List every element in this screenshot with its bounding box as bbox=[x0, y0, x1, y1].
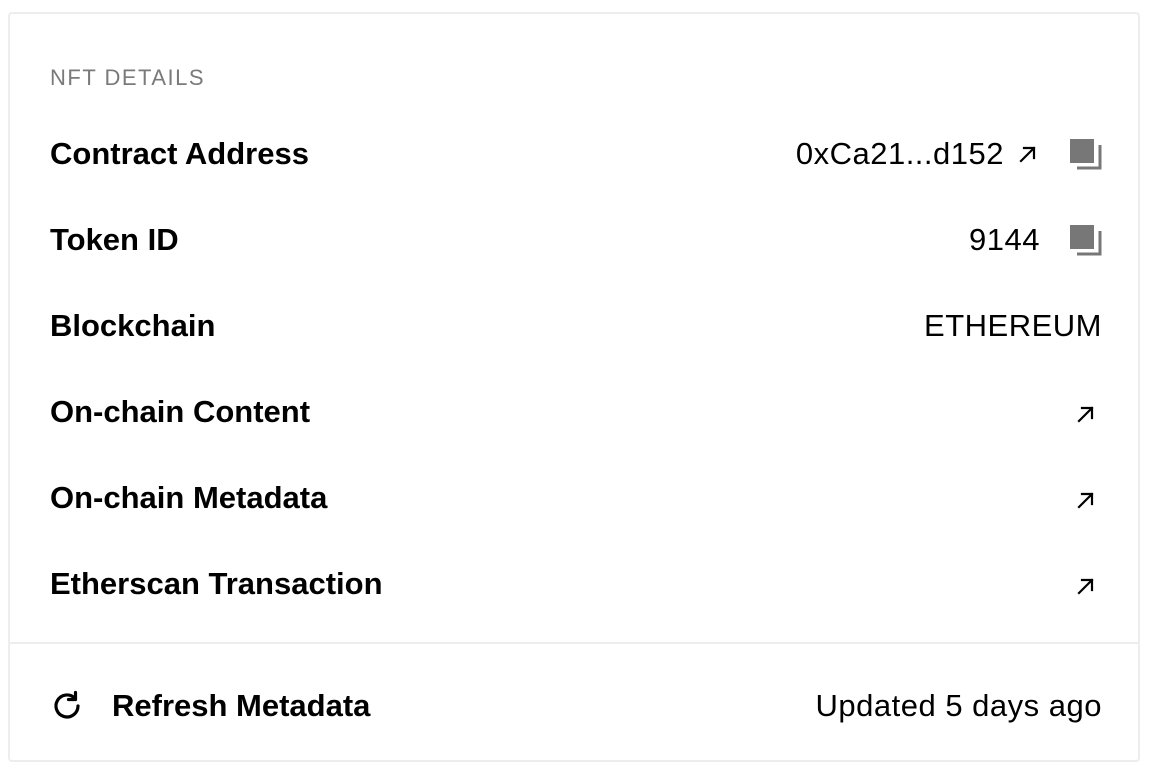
blockchain-label: Blockchain bbox=[50, 308, 216, 343]
contract-address-value[interactable]: 0xCa21...d152 bbox=[796, 134, 1004, 174]
on-chain-content-row[interactable]: On-chain Content bbox=[50, 392, 1102, 432]
arrow-up-right-icon[interactable] bbox=[1016, 136, 1040, 163]
blockchain-value-group: ETHEREUM bbox=[924, 306, 1102, 346]
copy-icon[interactable] bbox=[1068, 223, 1102, 257]
on-chain-metadata-label: On-chain Metadata bbox=[50, 480, 328, 515]
token-id-label: Token ID bbox=[50, 222, 179, 257]
blockchain-value: ETHEREUM bbox=[924, 308, 1102, 343]
nft-details-card: NFT DETAILS Contract Address 0xCa21...d1… bbox=[8, 12, 1140, 762]
card-footer: Refresh Metadata Updated 5 days ago bbox=[50, 684, 1102, 728]
token-id-value-group: 9144 bbox=[969, 220, 1102, 260]
section-title: NFT DETAILS bbox=[50, 65, 206, 90]
refresh-metadata-label: Refresh Metadata bbox=[112, 688, 371, 723]
on-chain-metadata-link[interactable] bbox=[1074, 478, 1098, 518]
refresh-icon bbox=[50, 689, 84, 723]
copy-icon[interactable] bbox=[1068, 137, 1102, 171]
etherscan-transaction-label: Etherscan Transaction bbox=[50, 566, 383, 601]
contract-address-value-group: 0xCa21...d152 bbox=[796, 134, 1102, 174]
token-id-row: Token ID 9144 bbox=[50, 220, 1102, 260]
footer-divider bbox=[10, 642, 1138, 644]
contract-address-row: Contract Address 0xCa21...d152 bbox=[50, 134, 1102, 174]
etherscan-transaction-row[interactable]: Etherscan Transaction bbox=[50, 564, 1102, 604]
contract-address-label: Contract Address bbox=[50, 136, 309, 171]
refresh-metadata-button[interactable]: Refresh Metadata bbox=[50, 684, 370, 728]
etherscan-transaction-link[interactable] bbox=[1074, 564, 1098, 604]
arrow-up-right-icon[interactable] bbox=[1074, 568, 1098, 595]
on-chain-metadata-row[interactable]: On-chain Metadata bbox=[50, 478, 1102, 518]
on-chain-content-label: On-chain Content bbox=[50, 394, 311, 429]
token-id-value: 9144 bbox=[969, 222, 1040, 257]
arrow-up-right-icon[interactable] bbox=[1074, 396, 1098, 423]
on-chain-content-link[interactable] bbox=[1074, 392, 1098, 432]
updated-timestamp: Updated 5 days ago bbox=[815, 688, 1102, 723]
arrow-up-right-icon[interactable] bbox=[1074, 482, 1098, 509]
blockchain-row: Blockchain ETHEREUM bbox=[50, 306, 1102, 346]
